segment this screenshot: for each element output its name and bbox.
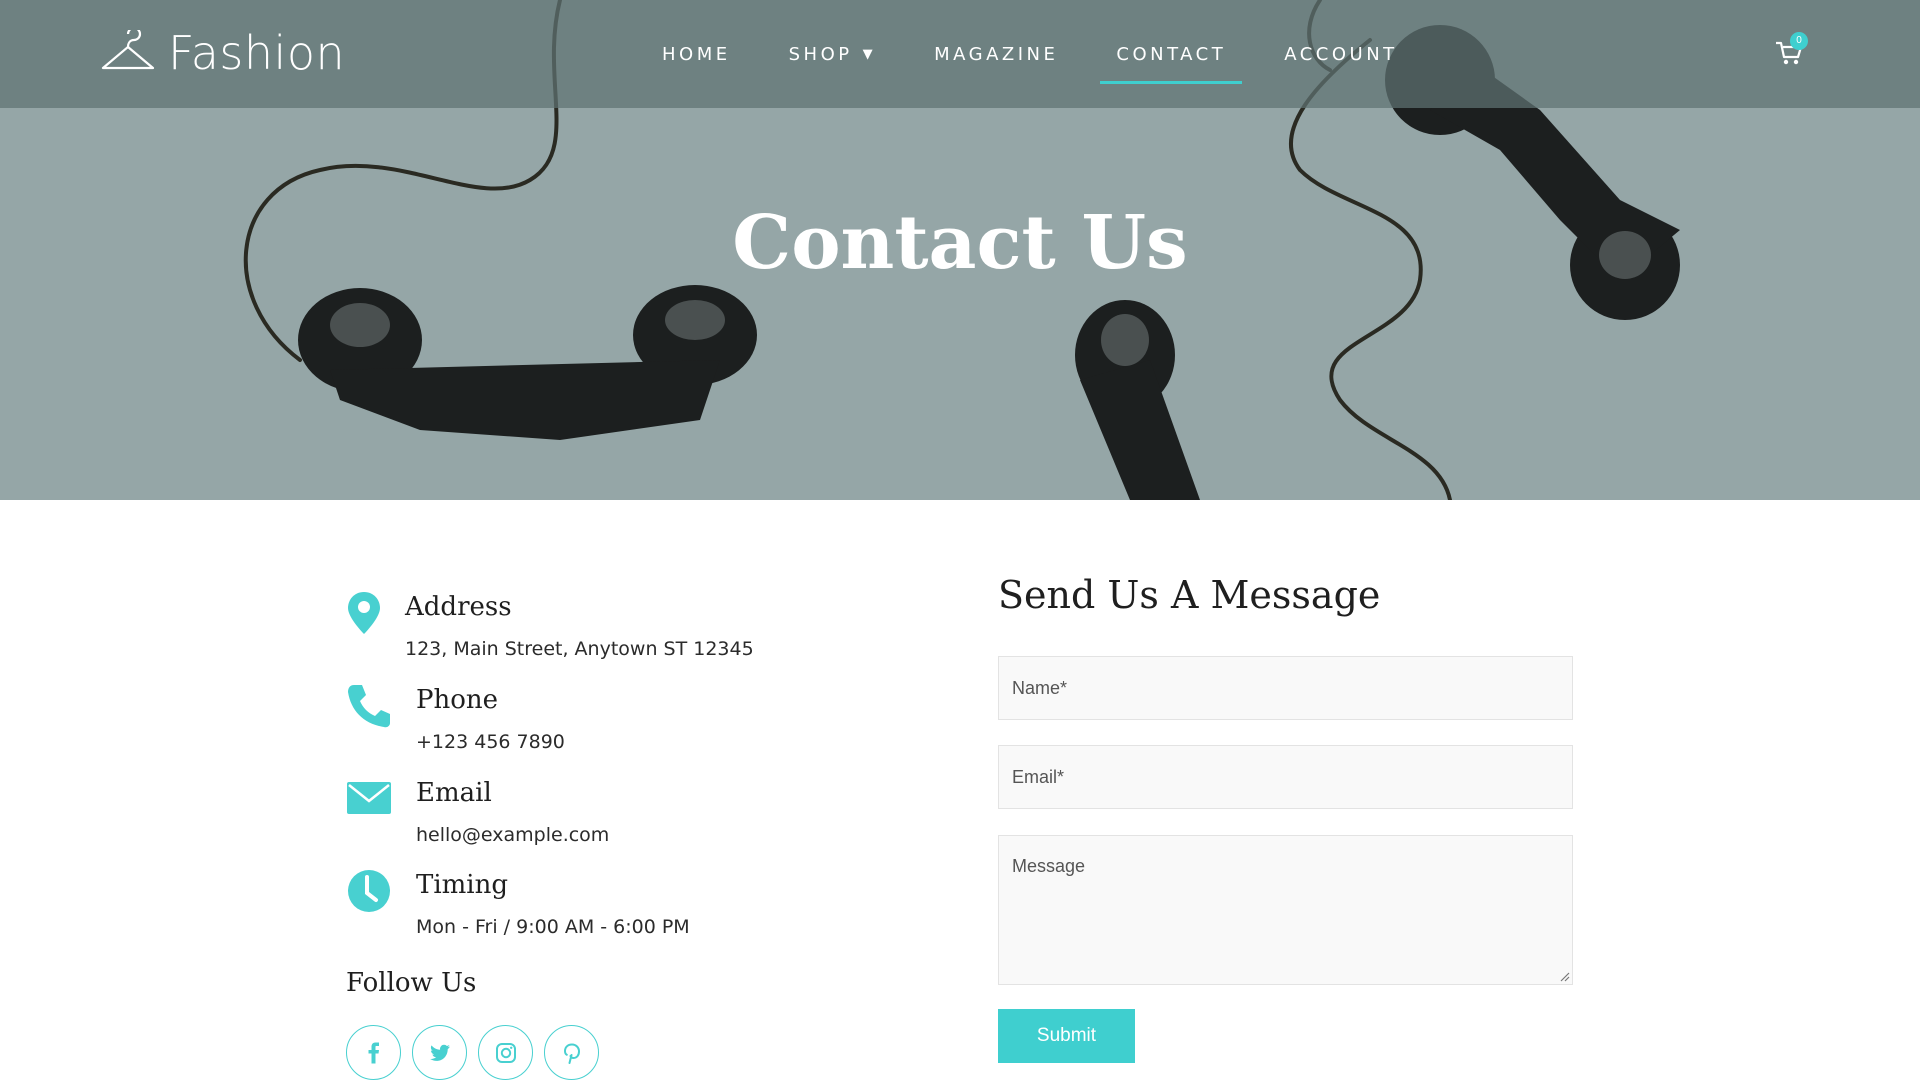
twitter-link[interactable]	[412, 1025, 467, 1080]
form-title: Send Us A Message	[998, 573, 1381, 617]
nav-contact-label: CONTACT	[1116, 43, 1227, 65]
email-title: Email	[416, 778, 492, 808]
nav-magazine-label: MAGAZINE	[934, 43, 1059, 65]
phone-icon	[348, 685, 390, 728]
address-value: 123, Main Street, Anytown ST 12345	[405, 638, 754, 660]
email-value: hello@example.com	[416, 824, 610, 846]
nav-magazine[interactable]: MAGAZINE	[912, 0, 1080, 108]
top-navigation-bar: Fashion HOME SHOP ▼ MAGAZINE CONTACT ACCO…	[0, 0, 1920, 108]
map-pin-icon	[348, 592, 380, 634]
twitter-icon	[429, 1044, 450, 1061]
name-field[interactable]	[998, 656, 1573, 720]
nav-shop[interactable]: SHOP ▼	[767, 0, 898, 108]
resize-handle-icon[interactable]	[1558, 970, 1570, 982]
nav-home-label: HOME	[662, 43, 731, 65]
pinterest-icon	[563, 1042, 580, 1064]
cart-count-badge: 0	[1790, 32, 1808, 50]
timing-title: Timing	[416, 870, 509, 900]
envelope-icon	[347, 782, 391, 814]
message-field[interactable]	[998, 835, 1573, 985]
facebook-link[interactable]	[346, 1025, 401, 1080]
address-title: Address	[405, 592, 512, 622]
nav-account-label: ACCOUNT	[1284, 43, 1398, 65]
hero-banner: Fashion HOME SHOP ▼ MAGAZINE CONTACT ACCO…	[0, 0, 1920, 500]
nav-contact[interactable]: CONTACT	[1094, 0, 1248, 108]
nav-home[interactable]: HOME	[640, 0, 753, 108]
instagram-icon	[495, 1042, 516, 1063]
email-field[interactable]	[998, 745, 1573, 809]
cart-button[interactable]: 0	[1774, 32, 1808, 68]
hanger-icon	[101, 30, 155, 70]
clock-icon	[348, 870, 390, 912]
pinterest-link[interactable]	[544, 1025, 599, 1080]
phone-value: +123 456 7890	[416, 731, 565, 753]
timing-value: Mon - Fri / 9:00 AM - 6:00 PM	[416, 916, 690, 938]
phone-title: Phone	[416, 685, 499, 715]
site-logo[interactable]: Fashion	[100, 26, 346, 80]
nav-shop-label: SHOP	[788, 43, 853, 65]
social-links	[346, 1025, 610, 1080]
submit-button[interactable]: Submit	[998, 1009, 1135, 1063]
nav-account[interactable]: ACCOUNT	[1262, 0, 1419, 108]
main-nav: HOME SHOP ▼ MAGAZINE CONTACT ACCOUNT	[640, 0, 1434, 108]
follow-us-title: Follow Us	[346, 968, 477, 998]
facebook-icon	[368, 1042, 379, 1063]
logo-text: Fashion	[168, 26, 346, 80]
caret-down-icon: ▼	[862, 46, 877, 62]
instagram-link[interactable]	[478, 1025, 533, 1080]
page-title: Contact Us	[732, 200, 1188, 286]
